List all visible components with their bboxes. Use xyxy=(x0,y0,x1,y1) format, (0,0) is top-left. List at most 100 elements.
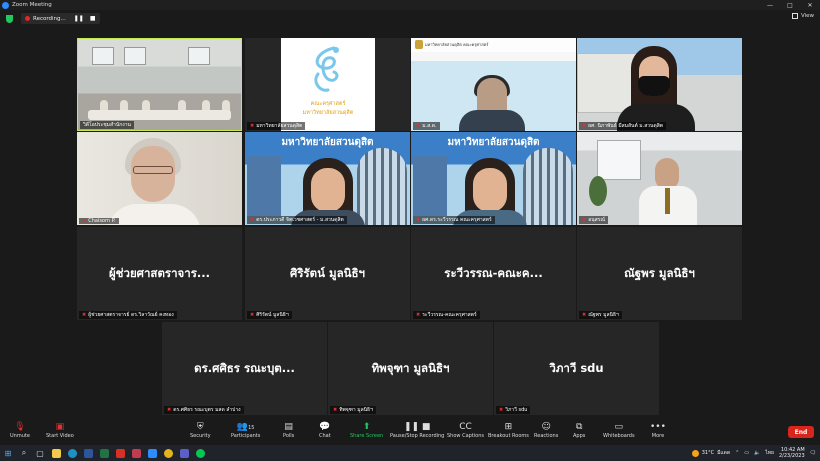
pause-stop-icon: ❚❚ ■ xyxy=(403,422,431,432)
weather-label: มีแดด xyxy=(717,450,731,456)
apps-button[interactable]: ⧉ Apps xyxy=(573,422,585,439)
file-explorer-icon[interactable] xyxy=(48,445,64,461)
show-captions-button[interactable]: CC Show Captions xyxy=(447,422,484,439)
participant-display-name: ศิริรัตน์ มูลนิธิฯ xyxy=(290,266,365,280)
maximize-button[interactable]: □ xyxy=(780,0,800,10)
mic-muted-icon: ✖ xyxy=(416,312,421,318)
participant-name-tag: ✖ ผู้ช่วยศาสตราจารย์ ดร.วิลาวัณย์ คงทอง xyxy=(79,311,177,319)
window-controls: — □ ✕ xyxy=(760,0,820,10)
view-label: View xyxy=(800,13,814,19)
participant-display-name: ระวีวรรณ-คณะค... xyxy=(444,266,543,280)
video-tile[interactable]: วิดีโอประชุมสำนักงาน xyxy=(77,38,242,131)
mic-muted-icon: ✖ xyxy=(582,217,587,223)
reactions-button[interactable]: ☺ Reactions xyxy=(534,422,558,439)
participant-display-name: วิภาวี sdu xyxy=(549,361,604,375)
participant-tile[interactable]: ณัฐพร มูลนิธิฯ ✖ ณัฐพร มูลนิธิฯ xyxy=(577,227,742,320)
edge-browser-icon[interactable] xyxy=(64,445,80,461)
mic-muted-icon: ✖ xyxy=(416,217,421,223)
video-feed: มหาวิทยาลัยสวนดุสิต คณะครุศาสตร์ xyxy=(411,38,576,131)
logo-line-2: มหาวิทยาลัยสวนดุสิต xyxy=(302,110,354,116)
security-button[interactable]: ⛨ Security xyxy=(190,422,211,439)
end-meeting-button[interactable]: End xyxy=(788,426,814,438)
grid-view-icon xyxy=(791,13,798,19)
chat-button[interactable]: 💬 Chat xyxy=(319,422,331,439)
video-feed: มหาวิทยาลัยสวนดุสิต xyxy=(245,132,410,225)
captions-icon: CC xyxy=(459,422,472,432)
windows-taskbar: ⊞ ⌕ ▢ 31°C มีแดด ⌃ ▭ 🔈 ไทย 10:42 AM 2/23… xyxy=(0,445,820,461)
task-view-icon[interactable]: ▢ xyxy=(32,445,48,461)
participant-name-tag: ✖ ม.ส.ด. xyxy=(413,122,440,130)
chrome-icon[interactable] xyxy=(160,445,176,461)
participant-name-tag: ✖ ศิริรัตน์ มูลนิธิฯ xyxy=(247,311,292,319)
participants-button[interactable]: 👥15 Participants xyxy=(231,422,260,439)
view-button[interactable]: View xyxy=(791,13,814,19)
whiteboard-icon: ▭ xyxy=(614,422,624,432)
video-tile[interactable]: มหาวิทยาลัยสวนดุสิต คณะครุศาสตร์ ✖ ม.ส.ด… xyxy=(411,38,576,131)
breakout-rooms-button[interactable]: ⊞ Breakout Rooms xyxy=(488,422,529,439)
pause-stop-recording-button[interactable]: ❚❚ ■ Pause/Stop Recording xyxy=(390,422,444,439)
security-shield-icon[interactable] xyxy=(6,14,13,23)
meeting-top-bar: Recording... ❚❚ ■ View xyxy=(0,10,820,27)
video-tile[interactable]: ✖ Chaisorn P. xyxy=(77,132,242,225)
faculty-logo: คณะครุศาสตร์ มหาวิทยาลัยสวนดุสิต xyxy=(281,38,375,131)
participant-name-tag: ✖ Chaisorn P. xyxy=(79,218,119,224)
meeting-controls-bar: 🎙 Unmute ▣ Start Video ⛨ Security 👥15 Pa… xyxy=(0,418,820,445)
chevron-up-icon[interactable]: ⌃ xyxy=(735,450,739,456)
participant-name-tag: ✖ ผศ.ดร.ระวีวรรณ คณะครุศาสตร์ xyxy=(413,216,495,224)
whiteboards-button[interactable]: ▭ Whiteboards xyxy=(603,422,635,439)
participant-name-tag: ✖ ดร.ศศิธร รณะบุตร มสด ลำปาง xyxy=(164,406,244,414)
clock[interactable]: 10:42 AM 2/23/2023 xyxy=(779,447,805,459)
unmute-button[interactable]: 🎙 Unmute xyxy=(10,422,30,439)
photos-icon[interactable] xyxy=(128,445,144,461)
line-app-icon[interactable] xyxy=(192,445,208,461)
zoom-logo-icon xyxy=(2,1,9,9)
participant-display-name: ผู้ช่วยศาสตราจาร... xyxy=(108,266,211,280)
participant-tile[interactable]: ดร.ศศิธร รณะบุต... ✖ ดร.ศศิธร รณะบุตร มส… xyxy=(162,322,327,415)
participant-tile[interactable]: ศิริรัตน์ มูลนิธิฯ ✖ ศิริรัตน์ มูลนิธิฯ xyxy=(245,227,410,320)
polls-button[interactable]: ▤ Polls xyxy=(283,422,294,439)
participant-name-tag: ✖ ผศ. นิภาพันธ์ มีสมสันต์ ม.สวนดุสิต xyxy=(579,122,667,130)
share-screen-button[interactable]: ⬆ Share Screen xyxy=(350,422,383,439)
search-icon[interactable]: ⌕ xyxy=(16,445,32,461)
shield-icon: ⛨ xyxy=(196,422,204,432)
participant-tile[interactable]: ระวีวรรณ-คณะค... ✖ ระวีวรรณ-คณะครุศาสตร์ xyxy=(411,227,576,320)
chat-bubble-icon: 💬 xyxy=(319,422,331,432)
participant-name-tag: ✖ ระวีวรรณ-คณะครุศาสตร์ xyxy=(413,311,480,319)
network-icon[interactable]: ▭ xyxy=(744,450,749,456)
participant-tile[interactable]: วิภาวี sdu ✖ วิภาวี sdu xyxy=(494,322,659,415)
pause-recording-icon[interactable]: ❚❚ xyxy=(74,15,84,22)
video-tile[interactable]: มหาวิทยาลัยสวนดุสิต ✖ ผศ.ดร.ระวีวรรณ คณะ… xyxy=(411,132,576,225)
video-camera-off-icon: ▣ xyxy=(55,422,65,432)
participant-tile[interactable]: ผู้ช่วยศาสตราจาร... ✖ ผู้ช่วยศาสตราจารย์… xyxy=(77,227,242,320)
video-feed xyxy=(577,38,742,131)
polls-icon: ▤ xyxy=(284,422,293,432)
teams-icon[interactable] xyxy=(176,445,192,461)
participant-name-tag: ✖ ดร.ประภาวดี จิตเวชศาสตร์ - ม.สวนดุสิต xyxy=(247,216,347,224)
windows-start-icon[interactable]: ⊞ xyxy=(0,445,16,461)
weather-widget[interactable]: 31°C มีแดด xyxy=(691,449,731,457)
zoom-taskbar-icon[interactable] xyxy=(144,445,160,461)
system-tray: 31°C มีแดด ⌃ ▭ 🔈 ไทย 10:42 AM 2/23/2023 … xyxy=(691,445,820,461)
excel-icon[interactable] xyxy=(96,445,112,461)
video-tile[interactable]: ✖ ผศ. นิภาพันธ์ มีสมสันต์ ม.สวนดุสิต xyxy=(577,38,742,131)
start-video-button[interactable]: ▣ Start Video xyxy=(46,422,74,439)
volume-icon[interactable]: 🔈 xyxy=(754,450,760,456)
minimize-button[interactable]: — xyxy=(760,0,780,10)
word-icon[interactable] xyxy=(80,445,96,461)
video-tile[interactable]: คณะครุศาสตร์ มหาวิทยาลัยสวนดุสิต ✖ มหาวิ… xyxy=(245,38,410,131)
video-tile[interactable]: ✖ อนุสรณ์ xyxy=(577,132,742,225)
video-tile[interactable]: มหาวิทยาลัยสวนดุสิต ✖ ดร.ประภาวดี จิตเวช… xyxy=(245,132,410,225)
slide-header: มหาวิทยาลัยสวนดุสิต คณะครุศาสตร์ xyxy=(411,38,576,52)
pdf-reader-icon[interactable] xyxy=(112,445,128,461)
mic-muted-icon: ✖ xyxy=(499,407,504,413)
participant-tile[interactable]: ทิพจุฑา มูลนิธิฯ ✖ ทิพจุฑา มูลนิธิฯ xyxy=(328,322,493,415)
language-indicator[interactable]: ไทย xyxy=(765,449,774,457)
participant-name-tag: วิดีโอประชุมสำนักงาน xyxy=(80,121,134,129)
video-feed xyxy=(577,132,742,225)
more-button[interactable]: ••• More xyxy=(650,422,666,439)
close-button[interactable]: ✕ xyxy=(800,0,820,10)
mic-muted-icon: ✖ xyxy=(250,217,255,223)
participants-count: 15 xyxy=(248,425,255,431)
stop-recording-icon[interactable]: ■ xyxy=(90,15,96,22)
notifications-icon[interactable]: 🗨 xyxy=(810,450,816,456)
